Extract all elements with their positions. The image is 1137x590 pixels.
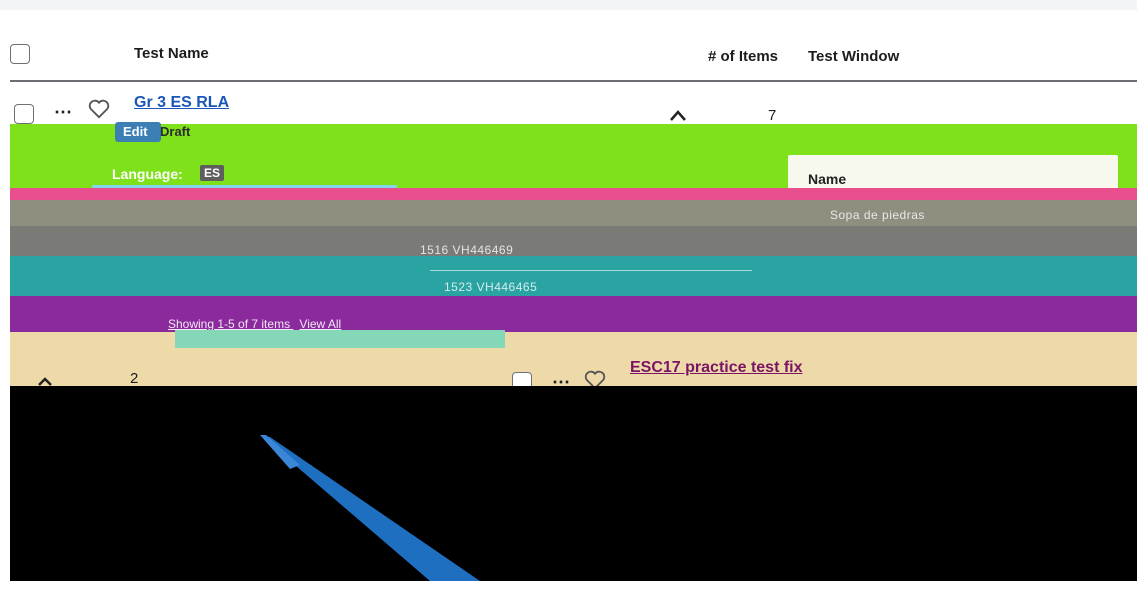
test-name-link[interactable]: Gr 3 ES RLA — [134, 94, 229, 112]
artifact-stripe-mint — [175, 330, 505, 348]
item-count: 2 — [130, 370, 139, 387]
test-name-link[interactable]: ESC17 practice test fix — [630, 359, 803, 377]
table-header-row: Test Name # of Items Test Window — [10, 30, 1137, 82]
status-text: Draft — [160, 124, 191, 139]
edit-button[interactable]: Edit — [115, 122, 161, 142]
language-label: Language: — [112, 166, 183, 182]
favorite-heart-icon[interactable] — [88, 99, 110, 124]
column-header-items[interactable]: # of Items — [708, 48, 778, 65]
artifact-band-gray-2 — [10, 226, 1137, 256]
more-options-icon[interactable]: ⋯ — [54, 102, 72, 123]
artifact-band-teal — [10, 256, 1137, 296]
top-strip — [0, 0, 1137, 10]
view-all-link[interactable]: View All — [299, 317, 341, 331]
item-count: 7 — [768, 107, 777, 124]
language-badge: ES — [200, 165, 225, 181]
item-id-1: 1516 VH446469 — [420, 243, 514, 257]
column-header-test-window[interactable]: Test Window — [808, 48, 899, 65]
edit-button-label: Edit — [123, 124, 148, 139]
annotation-arrow-icon — [260, 435, 490, 590]
detail-name-header: Name — [808, 171, 847, 187]
item-name-text[interactable]: Sopa de piedras — [830, 208, 925, 222]
column-header-test-name[interactable]: Test Name — [134, 45, 209, 62]
artifact-line-2 — [430, 270, 752, 271]
black-overlay — [10, 386, 1137, 581]
item-id-2: 1523 VH446465 — [444, 280, 538, 294]
showing-count-text[interactable]: Showing 1-5 of 7 items View All — [168, 317, 341, 331]
row-checkbox[interactable] — [14, 104, 34, 124]
select-all-checkbox[interactable] — [10, 44, 30, 64]
showing-text: Showing 1-5 of 7 items — [168, 317, 291, 331]
